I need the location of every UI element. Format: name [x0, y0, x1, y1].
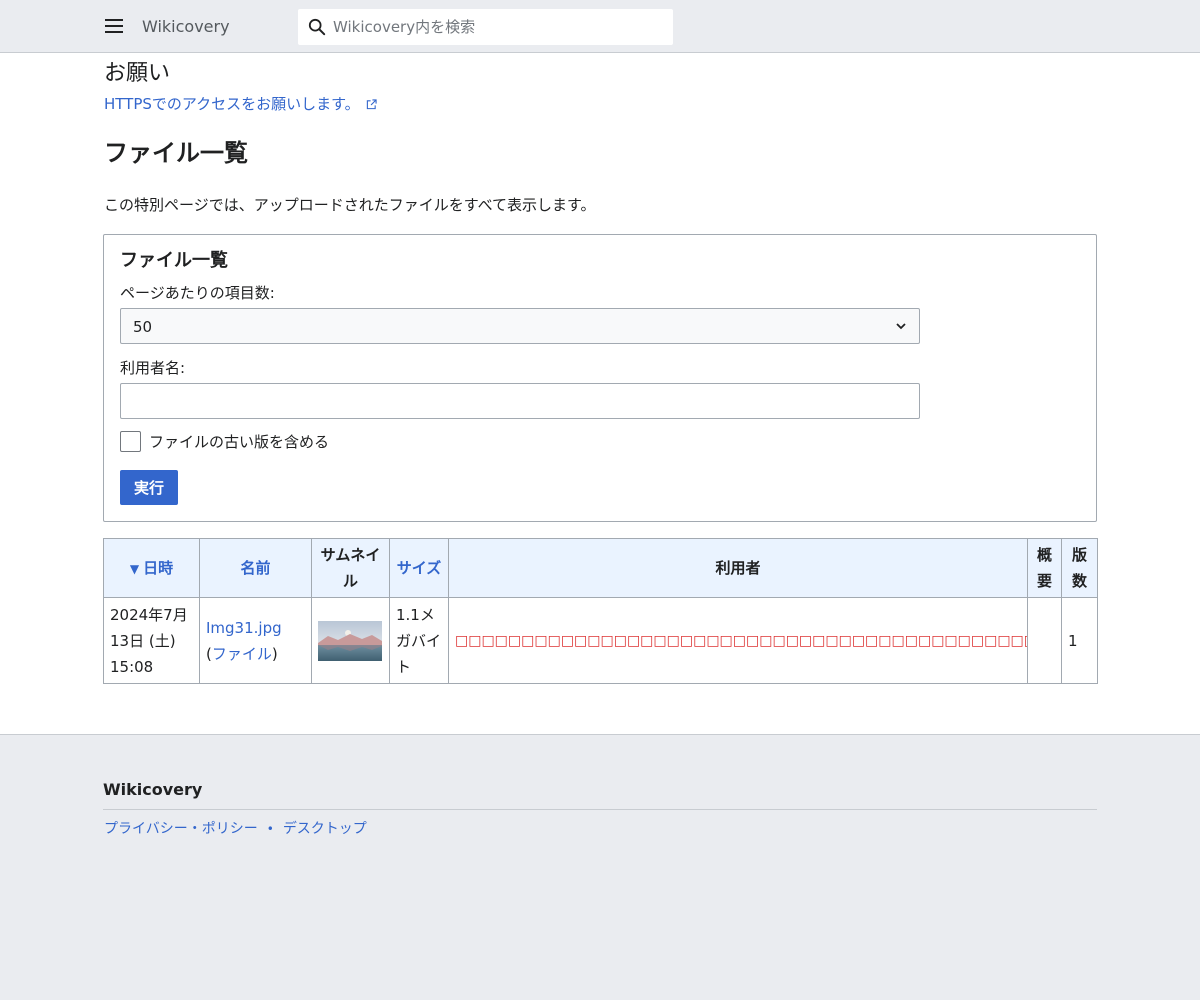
footer-link-separator: •	[266, 822, 274, 836]
cell-name: Img31.jpg (ファイル)	[199, 597, 312, 684]
search-input[interactable]	[333, 10, 663, 44]
footer-link-privacy-policy[interactable]: プライバシー・ポリシー	[104, 819, 258, 839]
form-legend: ファイル一覧	[120, 250, 228, 271]
header: Wikicovery	[0, 0, 1200, 53]
https-notice-link-text: HTTPSでのアクセスをお願いします。	[104, 95, 360, 113]
username-input[interactable]	[120, 383, 920, 419]
limit-select-value: 50	[133, 318, 153, 336]
user-label: 利用者名:	[120, 359, 186, 377]
page-intro: この特別ページでは、アップロードされたファイルをすべて表示します。	[104, 196, 596, 214]
cell-description	[1027, 597, 1062, 684]
footer-divider	[103, 809, 1097, 810]
sort-descending-icon: ▼	[129, 561, 140, 576]
chevron-down-icon	[896, 323, 906, 330]
menu-icon	[105, 19, 123, 33]
column-header-user: 利用者	[448, 538, 1028, 598]
external-link-icon	[366, 98, 377, 109]
search-icon	[308, 18, 326, 36]
submit-button[interactable]: 実行	[120, 470, 178, 505]
sitenotice-title: お願い	[104, 61, 171, 86]
column-header-name[interactable]: 名前	[199, 538, 312, 598]
cell-size: 1.1メガバイト	[389, 597, 449, 684]
site-title-link[interactable]: Wikicovery	[142, 17, 230, 37]
cell-thumbnail	[311, 597, 390, 684]
footer-links: プライバシー・ポリシー • デスクトップ	[104, 819, 367, 839]
https-notice-link[interactable]: HTTPSでのアクセスをお願いします。	[104, 94, 377, 114]
cell-date: 2024年7月13日 (土) 15:08	[103, 597, 200, 684]
include-old-versions-label: ファイルの古い版を含める	[149, 432, 330, 451]
footer-site-title: Wikicovery	[103, 780, 203, 799]
thumbnail-image[interactable]	[318, 620, 382, 661]
limit-select[interactable]: 50	[120, 308, 920, 344]
include-old-versions-checkbox[interactable]	[120, 431, 141, 452]
column-header-thumbnail: サムネイル	[311, 538, 390, 598]
column-header-size[interactable]: サイズ	[389, 538, 449, 598]
column-header-description: 概要	[1027, 538, 1062, 598]
page-title: ファイル一覧	[104, 139, 248, 167]
file-list-form: ファイル一覧 ページあたりの項目数: 50 利用者名: ファイルの古い版を含める…	[103, 234, 1097, 522]
file-link-close-paren: )	[271, 644, 278, 663]
cell-versions: 1	[1061, 597, 1098, 684]
column-header-date[interactable]: ▼ 日時	[103, 538, 200, 598]
limit-label: ページあたりの項目数:	[120, 284, 275, 302]
table-row: 2024年7月13日 (土) 15:08 Img31.jpg (ファイル) 1.…	[103, 597, 1098, 684]
table-header-row: ▼ 日時 名前 サムネイル サイズ 利用者 概要 版数	[103, 538, 1098, 598]
include-old-versions-option[interactable]: ファイルの古い版を含める	[120, 431, 329, 452]
file-link[interactable]: ファイル	[212, 645, 272, 663]
footer-link-desktop[interactable]: デスクトップ	[283, 819, 367, 839]
main-menu-button[interactable]	[98, 10, 130, 42]
column-header-versions: 版数	[1061, 538, 1098, 598]
column-header-date-label: 日時	[143, 558, 174, 577]
cell-user: □□□□□□□□□□□□□□□□□□□□□□□□□□□□□□□□□□□□□□□□…	[448, 597, 1028, 684]
file-name-link[interactable]: Img31.jpg	[206, 619, 282, 637]
search-box[interactable]	[298, 9, 673, 45]
footer: Wikicovery プライバシー・ポリシー • デスクトップ	[0, 734, 1200, 1000]
file-list-table: ▼ 日時 名前 サムネイル サイズ 利用者 概要 版数 2024年7月13日 (土…	[103, 538, 1098, 684]
